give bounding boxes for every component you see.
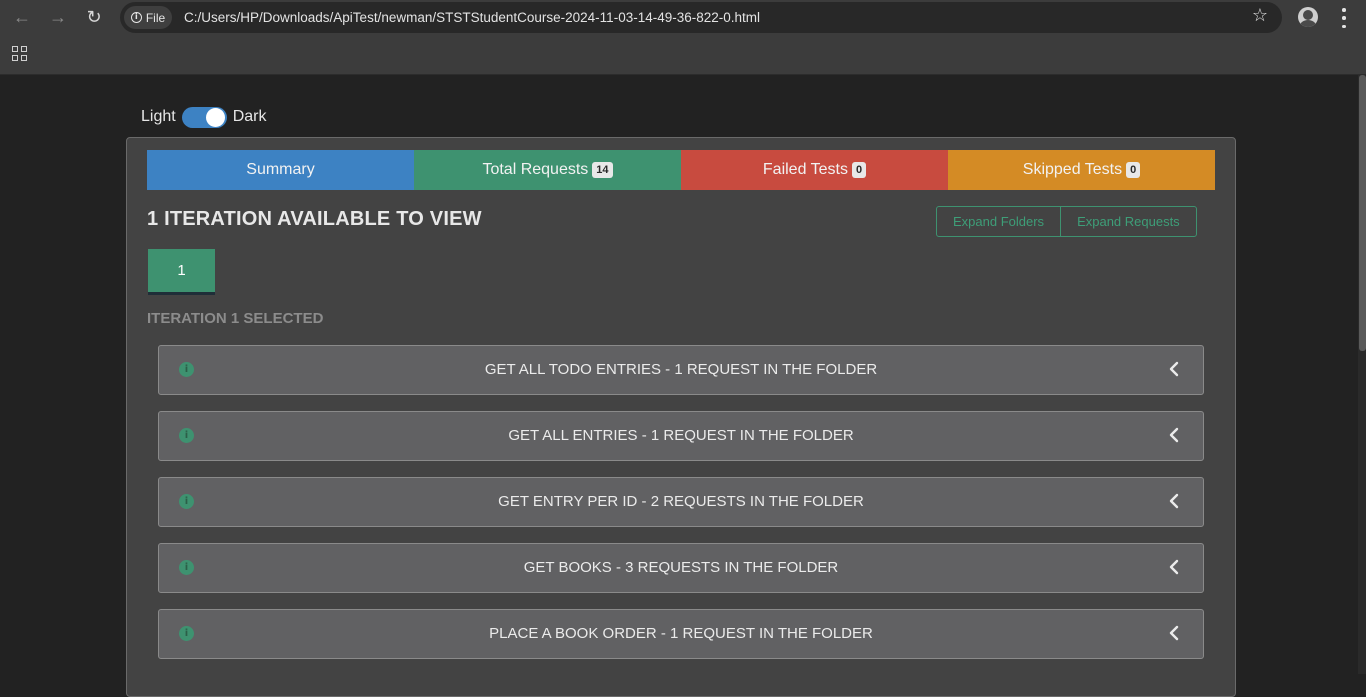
folder-row[interactable]: i GET ENTRY PER ID - 2 REQUESTS IN THE F…	[158, 477, 1204, 527]
kebab-menu-icon[interactable]	[1334, 8, 1354, 28]
chevron-left-icon[interactable]	[1167, 624, 1181, 642]
chevron-left-icon[interactable]	[1167, 360, 1181, 378]
expand-button-group: Expand Folders Expand Requests	[936, 206, 1197, 237]
failed-tests-badge: 0	[851, 162, 867, 178]
chevron-left-icon[interactable]	[1167, 492, 1181, 510]
tab-summary[interactable]: Summary	[147, 150, 414, 190]
site-chip-label: File	[145, 10, 166, 25]
folder-row[interactable]: i GET ALL ENTRIES - 1 REQUEST IN THE FOL…	[158, 411, 1204, 461]
expand-requests-button[interactable]: Expand Requests	[1060, 207, 1196, 236]
reload-icon[interactable]: ↻	[82, 5, 106, 29]
iteration-selected-label: ITERATION 1 SELECTED	[147, 310, 324, 327]
chevron-left-icon[interactable]	[1167, 426, 1181, 444]
expand-folders-button[interactable]: Expand Folders	[937, 207, 1060, 236]
folder-row[interactable]: i GET ALL TODO ENTRIES - 1 REQUEST IN TH…	[158, 345, 1204, 395]
folder-title: PLACE A BOOK ORDER - 1 REQUEST IN THE FO…	[489, 625, 873, 642]
tab-skipped-tests[interactable]: Skipped Tests 0	[948, 150, 1215, 190]
summary-tabs: Summary Total Requests 14 Failed Tests 0…	[147, 150, 1215, 190]
folder-title: GET ALL TODO ENTRIES - 1 REQUEST IN THE …	[484, 361, 878, 378]
folder-title: GET ENTRY PER ID - 2 REQUESTS IN THE FOL…	[498, 493, 864, 510]
folder-title: GET ALL ENTRIES - 1 REQUEST IN THE FOLDE…	[508, 427, 854, 444]
dark-label: Dark	[232, 108, 267, 125]
forward-arrow-icon[interactable]: →	[46, 5, 70, 29]
tab-failed-tests[interactable]: Failed Tests 0	[681, 150, 948, 190]
tab-summary-label: Summary	[246, 161, 315, 178]
report-card: Summary Total Requests 14 Failed Tests 0…	[126, 137, 1236, 697]
address-bar[interactable]: i File C:/Users/HP/Downloads/ApiTest/new…	[120, 2, 1282, 33]
iteration-heading: 1 ITERATION AVAILABLE TO VIEW	[147, 208, 482, 230]
browser-toolbar: ← → ↻ i File C:/Users/HP/Downloads/ApiTe…	[0, 0, 1366, 34]
chevron-left-icon[interactable]	[1167, 558, 1181, 576]
tab-skipped-tests-label: Skipped Tests	[1022, 161, 1123, 178]
scrollbar-thumb[interactable]	[1359, 75, 1366, 351]
apps-grid-icon[interactable]	[12, 46, 27, 61]
tab-total-requests[interactable]: Total Requests 14	[414, 150, 681, 190]
skipped-tests-badge: 0	[1126, 162, 1141, 178]
light-label: Light	[141, 108, 176, 125]
iteration-1-button[interactable]: 1	[148, 249, 215, 295]
theme-toggle[interactable]	[181, 106, 227, 128]
tab-total-requests-label: Total Requests	[482, 161, 589, 178]
tab-failed-tests-label: Failed Tests	[762, 161, 848, 178]
profile-avatar[interactable]	[1298, 7, 1318, 27]
folder-row[interactable]: i PLACE A BOOK ORDER - 1 REQUEST IN THE …	[158, 609, 1204, 659]
toggle-knob	[205, 107, 225, 127]
total-requests-badge: 14	[592, 162, 613, 178]
theme-switch-row: Light Dark	[141, 104, 266, 130]
bookmark-star-icon[interactable]: ☆	[1252, 5, 1268, 26]
bookmarks-bar	[0, 34, 1366, 75]
url-text[interactable]: C:/Users/HP/Downloads/ApiTest/newman/STS…	[184, 2, 760, 33]
back-arrow-icon[interactable]: ←	[10, 5, 34, 29]
site-info-chip[interactable]: i File	[124, 6, 172, 29]
folder-row[interactable]: i GET BOOKS - 3 REQUESTS IN THE FOLDER	[158, 543, 1204, 593]
folder-title: GET BOOKS - 3 REQUESTS IN THE FOLDER	[523, 559, 839, 576]
info-icon: i	[130, 12, 142, 23]
